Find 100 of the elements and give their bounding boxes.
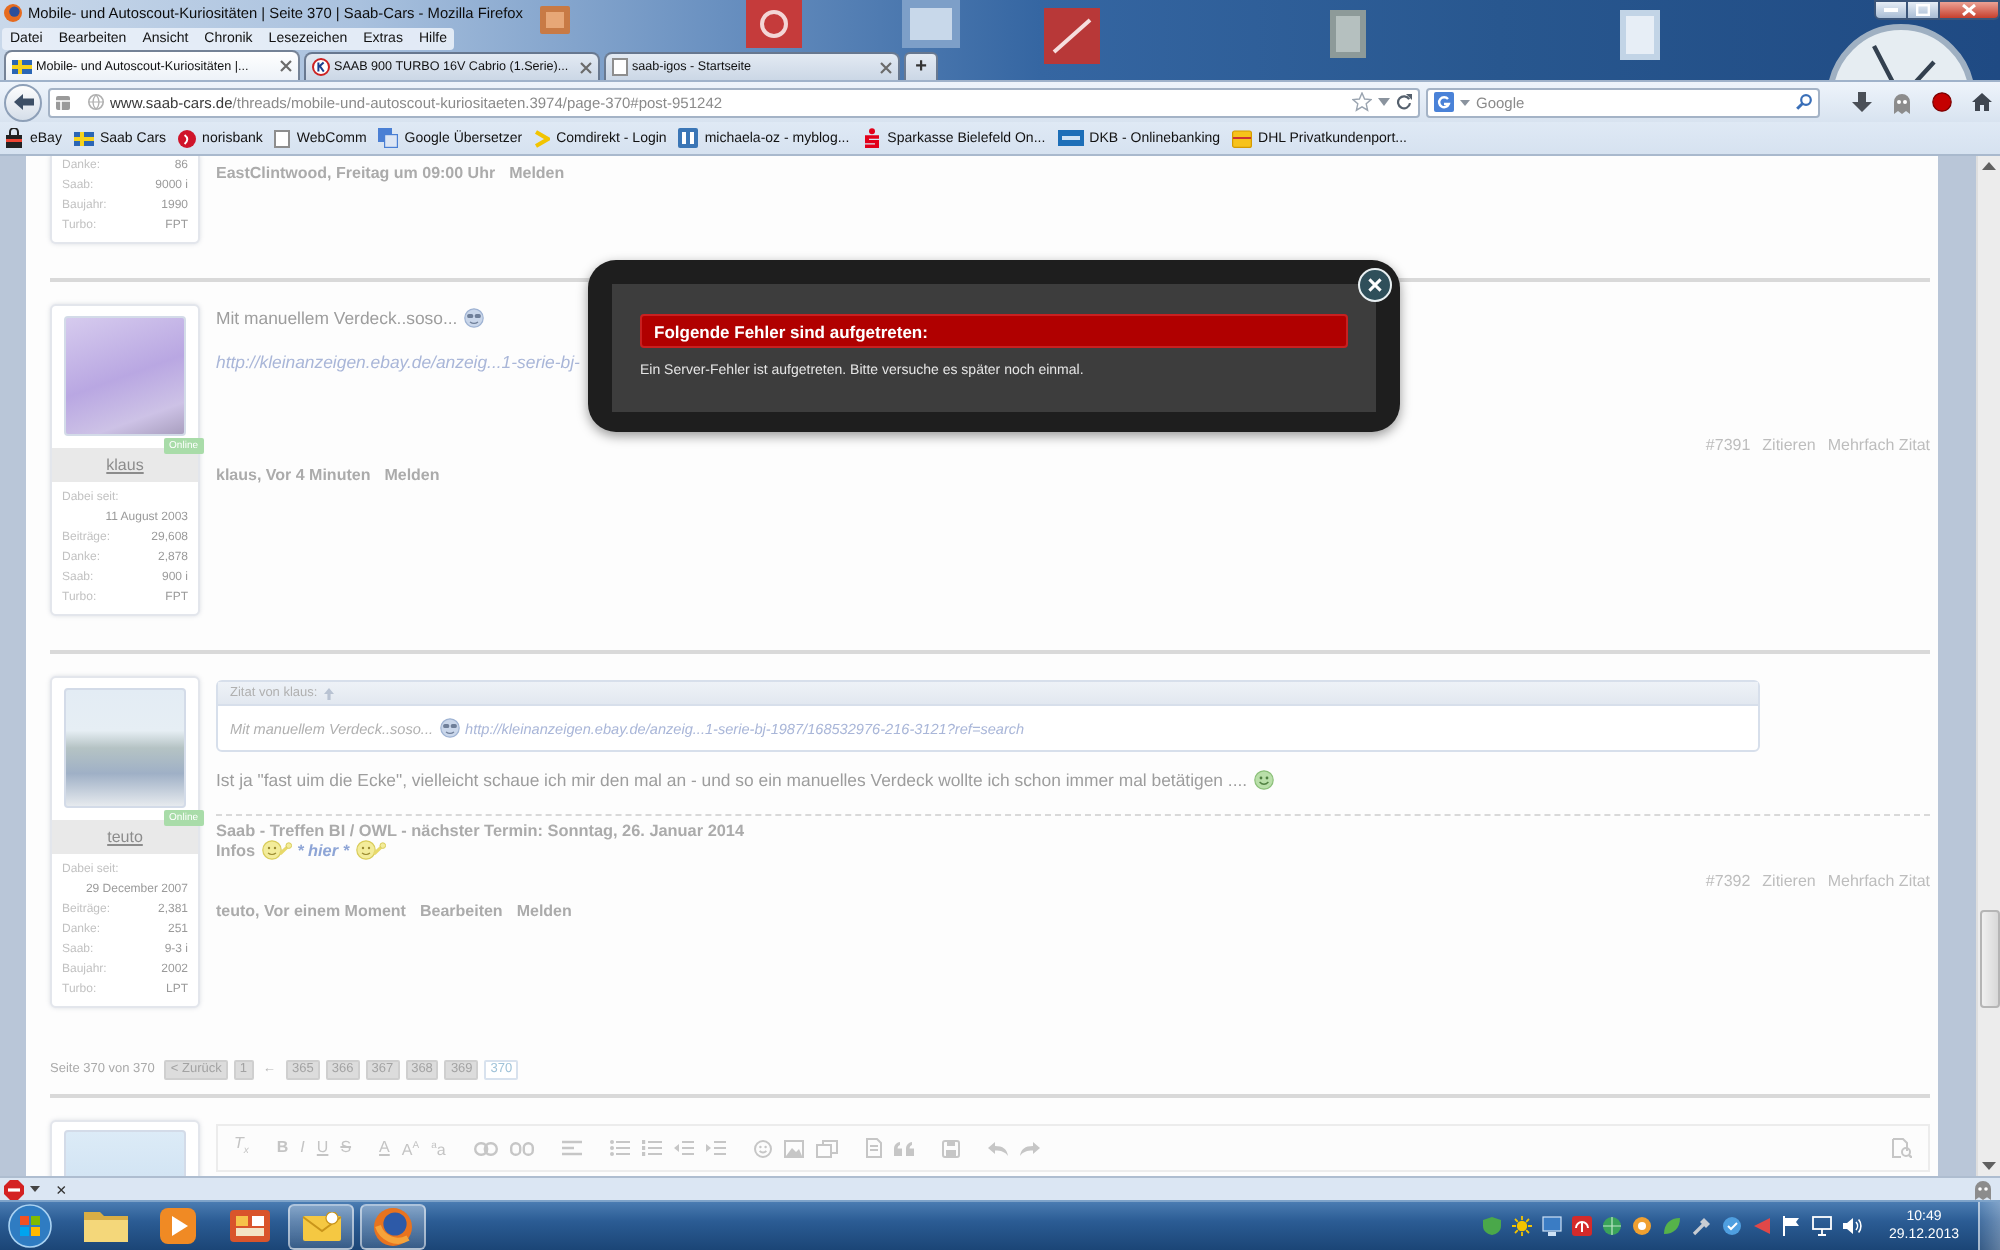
reload-icon[interactable] <box>1396 94 1412 110</box>
grid-icon[interactable] <box>56 95 70 109</box>
dot-icon[interactable] <box>1932 92 1952 112</box>
sunglasses-smiley-icon <box>439 718 460 738</box>
desktop-icon[interactable] <box>746 0 802 48</box>
download-icon[interactable] <box>1852 92 1872 112</box>
s-symbol-icon <box>861 128 882 148</box>
orb-icon <box>8 1204 52 1248</box>
post-number-link[interactable]: #7391 <box>1705 435 1751 453</box>
post-action-link[interactable]: Melden <box>516 901 572 919</box>
umbrella-icon[interactable] <box>1572 1216 1592 1236</box>
chevron-icon <box>534 129 551 147</box>
shield-icon[interactable] <box>1482 1216 1502 1236</box>
close-button[interactable] <box>1940 0 2000 20</box>
grid-app-icon <box>229 1210 269 1242</box>
sun-icon[interactable] <box>1512 1216 1532 1236</box>
signature-text: Infos <box>216 841 256 859</box>
underline-button[interactable]: U <box>316 1138 329 1158</box>
close-icon[interactable] <box>880 61 892 73</box>
signature-link[interactable]: * hier * <box>297 841 350 859</box>
post-byline: teuto, Vor einem Moment <box>216 901 406 919</box>
close-icon[interactable] <box>280 60 292 72</box>
post-number-link[interactable]: #7392 <box>1705 871 1751 889</box>
globe-icon <box>88 94 104 110</box>
globe-icon <box>374 1207 412 1245</box>
close-icon <box>1368 278 1382 292</box>
envelope-icon <box>301 1211 341 1241</box>
scroll-down-icon[interactable] <box>1982 1162 1996 1170</box>
post-link[interactable]: http://kleinanzeigen.ebay.de/anzeig...1-serie-bj- <box>216 352 580 372</box>
scroll-up-icon[interactable] <box>1982 162 1996 170</box>
back-button[interactable] <box>4 83 42 121</box>
signature-text: Saab - Treffen BI / OWL - nächster Termin: Sonntag, 26. Januar 2014 <box>216 822 745 840</box>
avatar-photo <box>64 688 186 808</box>
folder-icon <box>81 1208 129 1244</box>
post-tool-link[interactable]: Mehrfach Zitat <box>1827 871 1930 889</box>
tile-icon <box>1057 130 1084 146</box>
leaf-icon[interactable] <box>1662 1216 1682 1236</box>
post-action-link[interactable]: Melden <box>384 465 440 483</box>
waving-smiley-icon <box>355 840 386 860</box>
star-icon[interactable] <box>1352 92 1372 112</box>
font-size-button[interactable]: A$^{A}$ <box>401 1135 420 1161</box>
search-icon[interactable] <box>1796 94 1812 110</box>
ghost-icon[interactable] <box>1892 91 1912 113</box>
stop-sign-icon[interactable] <box>4 1179 24 1199</box>
search-engine-icon[interactable] <box>1434 92 1454 112</box>
monitor-icon[interactable] <box>1542 1216 1562 1236</box>
post-tool-link[interactable]: Zitieren <box>1762 435 1816 453</box>
italic-button[interactable]: I <box>300 1138 305 1158</box>
sunglasses-smiley-icon <box>463 308 484 328</box>
post-text: Ist ja "fast uim die Ecke", vielleicht schaue ich mir den mal an - und so ein manuelles Verdeck wollte ich schon immer mal betätigen .... <box>216 770 1248 790</box>
maximize-button[interactable] <box>1908 0 1940 20</box>
circle-icon <box>178 129 197 147</box>
post-action-link[interactable]: Melden <box>509 163 565 181</box>
username-link[interactable]: klaus <box>106 456 144 474</box>
tile-icon <box>678 128 699 148</box>
taskbar-app[interactable] <box>288 1203 354 1249</box>
text-color-button[interactable]: A <box>379 1138 390 1158</box>
play-icon <box>159 1208 195 1244</box>
speaker-icon[interactable] <box>1842 1216 1862 1236</box>
new-tab-button[interactable]: + <box>904 52 938 80</box>
post-text: Mit manuellem Verdeck..soso... <box>216 308 458 328</box>
package-icon <box>1232 128 1253 148</box>
minimize-button[interactable] <box>1874 0 1908 20</box>
post-action-link[interactable]: Bearbeiten <box>419 901 503 919</box>
blank-page-icon <box>612 58 628 76</box>
network-icon[interactable] <box>1812 1216 1832 1236</box>
globe-icon <box>4 4 22 22</box>
ring-icon[interactable] <box>1632 1216 1652 1236</box>
caret-icon[interactable] <box>30 1186 40 1192</box>
start-button[interactable] <box>4 1202 56 1250</box>
maximize-icon <box>1916 4 1930 16</box>
strikethrough-button[interactable]: S <box>340 1138 352 1158</box>
shopping-bag-icon <box>4 128 24 148</box>
minimize-icon <box>1884 8 1898 12</box>
bold-button[interactable]: B <box>276 1138 289 1158</box>
flag-icon[interactable] <box>1782 1216 1802 1236</box>
desktop-icon[interactable] <box>1044 8 1100 64</box>
waving-smiley-icon <box>261 840 292 860</box>
close-button[interactable]: × <box>56 1179 67 1199</box>
show-desktop-button[interactable] <box>1978 1202 2000 1250</box>
post-tool-link[interactable]: Zitieren <box>1762 871 1816 889</box>
username-link[interactable]: teuto <box>107 828 143 846</box>
post-tool-link[interactable]: Mehrfach Zitat <box>1827 435 1930 453</box>
wrench-icon[interactable] <box>1692 1216 1712 1236</box>
close-icon <box>1962 4 1976 16</box>
close-icon[interactable] <box>580 61 592 73</box>
flag-icon <box>73 131 94 145</box>
scrollbar-thumb[interactable] <box>1979 910 1999 1008</box>
avatar-photo <box>64 316 186 436</box>
circle-logo-icon <box>312 58 330 76</box>
flag-icon <box>12 59 32 73</box>
translate-icon <box>378 128 399 148</box>
post-byline: klaus, Vor 4 Minuten <box>216 465 371 483</box>
triangle-icon[interactable] <box>1752 1216 1772 1236</box>
home-icon[interactable] <box>1972 92 1992 112</box>
back-arrow-icon <box>13 94 33 110</box>
globe-icon[interactable] <box>1602 1216 1622 1236</box>
check-circle-icon[interactable] <box>1722 1216 1742 1236</box>
ghost-icon[interactable] <box>1974 1179 1992 1199</box>
smiley-icon <box>1253 770 1274 790</box>
